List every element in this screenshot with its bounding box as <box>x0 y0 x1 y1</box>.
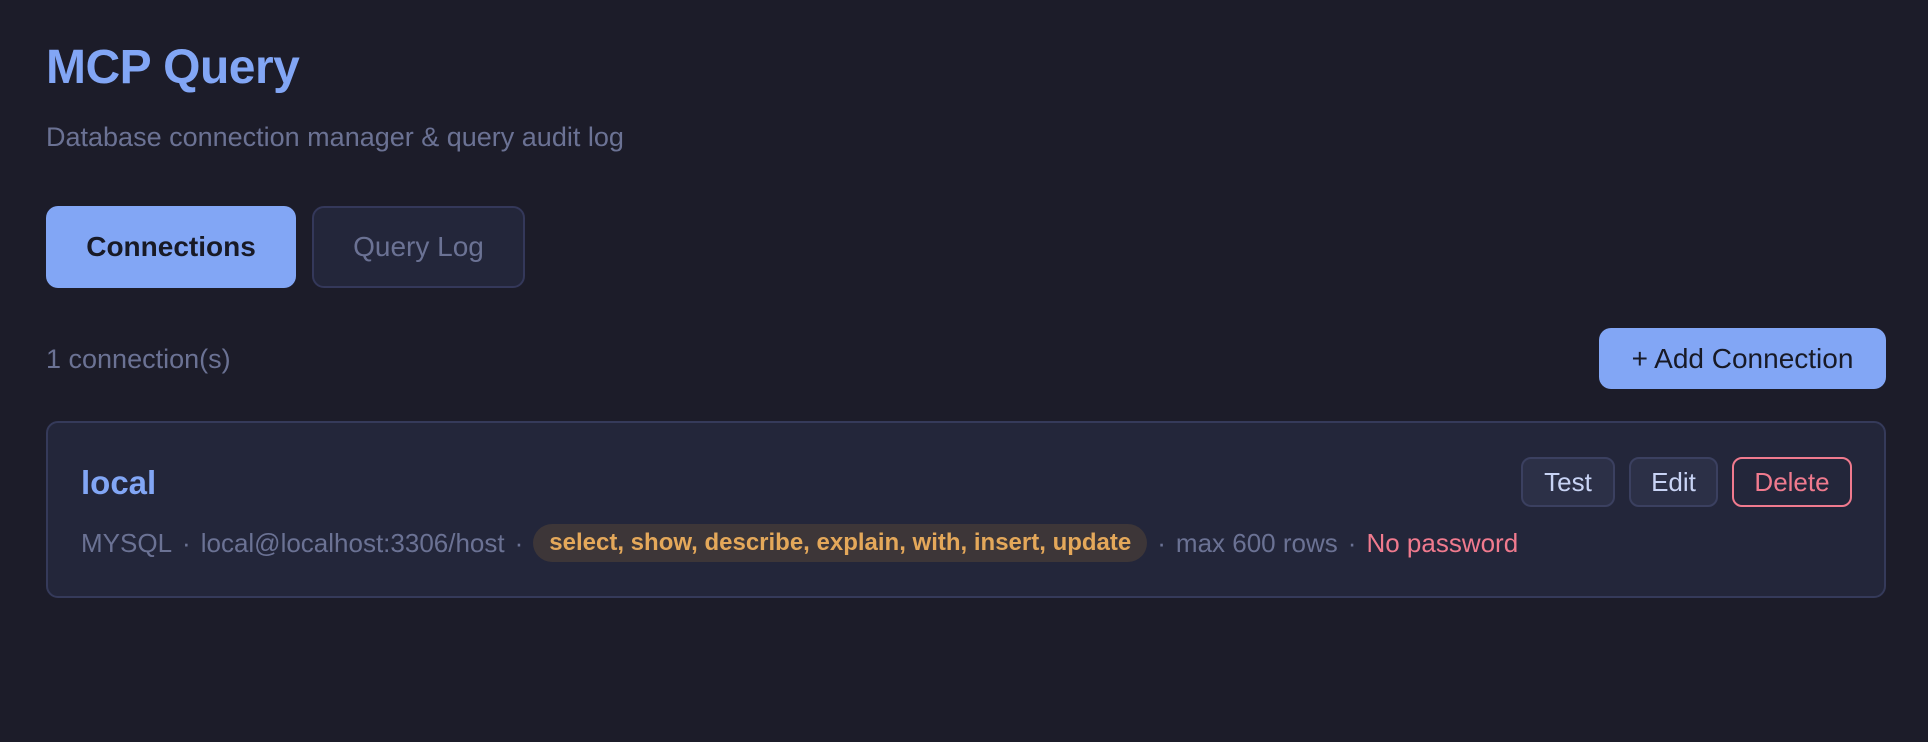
connection-card: local Test Edit Delete MYSQL · local@loc… <box>46 421 1886 598</box>
password-status: No password <box>1366 528 1519 558</box>
tab-query-log[interactable]: Query Log <box>312 206 525 288</box>
permissions-badge: select, show, describe, explain, with, i… <box>533 524 1148 562</box>
test-button[interactable]: Test <box>1521 457 1615 507</box>
connection-address: local@localhost:3306/host <box>200 528 505 558</box>
connection-actions: Test Edit Delete <box>1521 457 1852 507</box>
app-page: MCP Query Database connection manager & … <box>0 0 1928 742</box>
connection-meta: MYSQL · local@localhost:3306/host · sele… <box>81 524 1518 562</box>
connection-count: 1 connection(s) <box>46 344 231 374</box>
edit-button[interactable]: Edit <box>1629 457 1718 507</box>
page-title: MCP Query <box>46 41 300 94</box>
page-subtitle: Database connection manager & query audi… <box>46 122 624 152</box>
connection-name: local <box>81 464 157 501</box>
separator: · <box>182 528 191 558</box>
db-type: MYSQL <box>81 528 173 558</box>
separator: · <box>1347 528 1357 558</box>
separator: · <box>514 528 524 558</box>
max-rows: max 600 rows <box>1175 528 1338 558</box>
separator: · <box>1157 528 1166 558</box>
tab-bar: Connections Query Log <box>46 206 525 288</box>
add-connection-button[interactable]: + Add Connection <box>1599 328 1886 389</box>
delete-button[interactable]: Delete <box>1732 457 1852 507</box>
tab-connections[interactable]: Connections <box>46 206 296 288</box>
